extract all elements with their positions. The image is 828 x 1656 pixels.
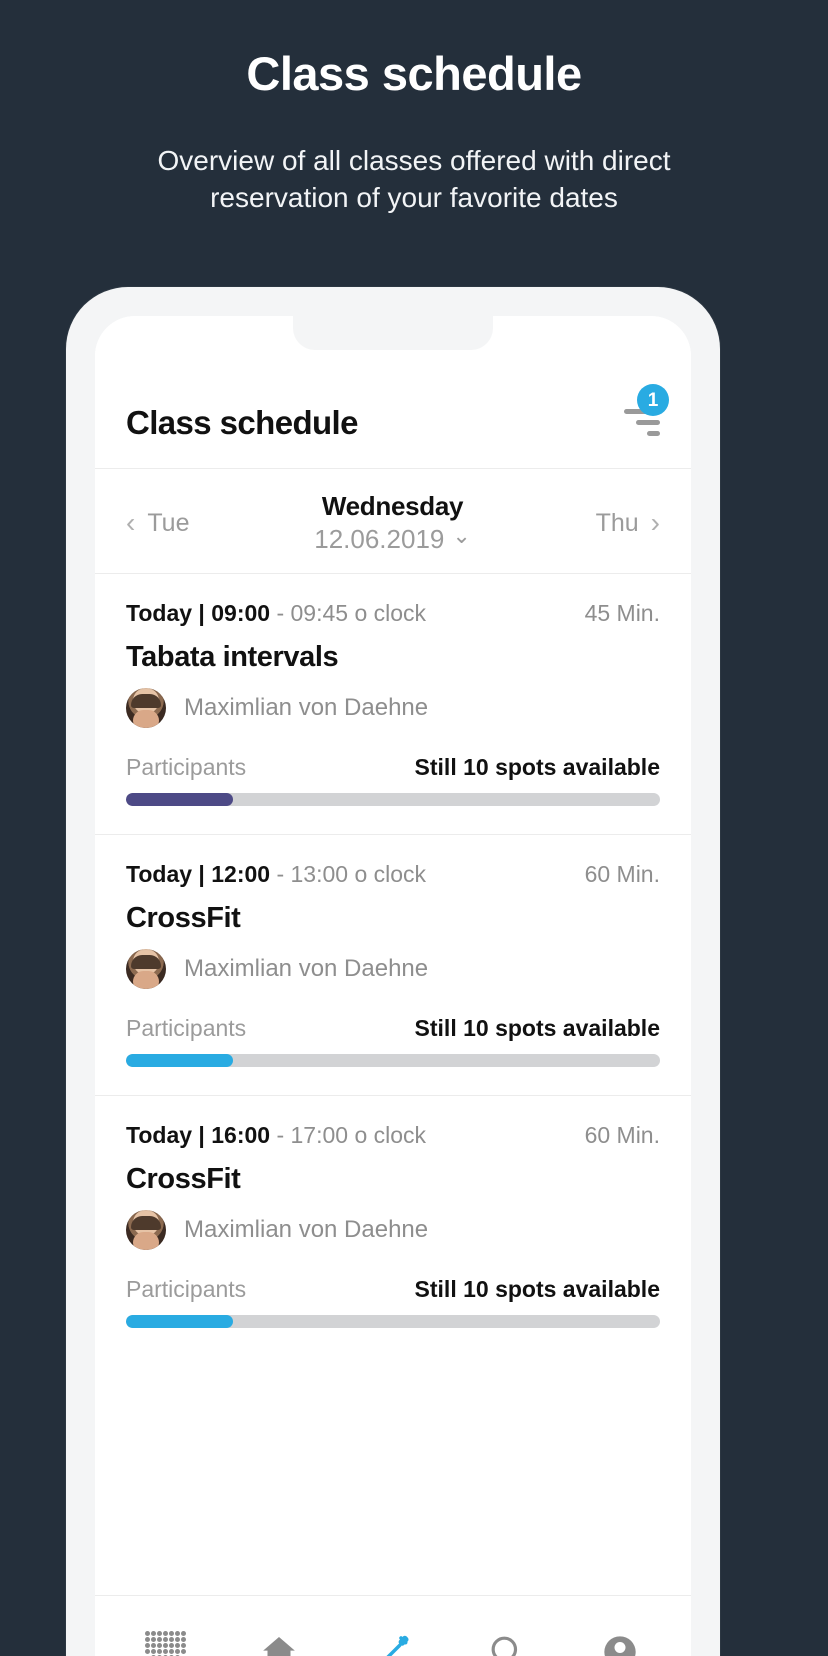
class-day-label: Today <box>126 861 193 887</box>
class-card[interactable]: Today | 12:00 - 13:00 o clock 60 Min. Cr… <box>95 834 691 1095</box>
class-card[interactable]: Today | 09:00 - 09:45 o clock 45 Min. Ta… <box>95 573 691 834</box>
avatar <box>126 949 166 989</box>
filter-badge: 1 <box>637 384 669 416</box>
class-start-time: 09:00 <box>211 600 271 626</box>
class-day-label: Today <box>126 600 193 626</box>
class-end-time: - 09:45 o clock <box>276 600 427 626</box>
participants-progress-fill <box>126 1054 233 1067</box>
class-end-time: - 17:00 o clock <box>276 1122 427 1148</box>
bottom-navigation <box>95 1595 691 1656</box>
trainer-row: Maximlian von Daehne <box>126 1210 660 1250</box>
spots-available-label: Still 10 spots available <box>414 754 660 780</box>
participants-row: Participants Still 10 spots available <box>126 754 660 781</box>
participants-progress <box>126 1315 660 1328</box>
class-card[interactable]: Today | 16:00 - 17:00 o clock 60 Min. Cr… <box>95 1095 691 1356</box>
class-time-separator: | <box>198 600 205 626</box>
participants-row: Participants Still 10 spots available <box>126 1276 660 1303</box>
class-end-time: - 13:00 o clock <box>276 861 427 887</box>
nav-item-classes[interactable] <box>356 1615 430 1656</box>
dumbbell-icon <box>377 1635 409 1656</box>
spots-available-label: Still 10 spots available <box>414 1015 660 1041</box>
class-start-time: 16:00 <box>211 1122 271 1148</box>
class-name: Tabata intervals <box>126 641 339 673</box>
nav-item-home[interactable] <box>242 1615 316 1656</box>
next-day-button[interactable]: Thu › <box>596 509 660 538</box>
trainer-name: Maximlian von Daehne <box>184 1216 429 1243</box>
participants-label: Participants <box>126 754 247 780</box>
promo-title: Class schedule <box>246 47 582 100</box>
class-name: CrossFit <box>126 1163 241 1195</box>
date-picker[interactable]: Wednesday 12.06.2019 ⌄ <box>314 491 471 555</box>
nav-item-profile[interactable] <box>583 1615 657 1656</box>
class-time-row: Today | 16:00 - 17:00 o clock 60 Min. <box>126 1122 660 1149</box>
nav-item-search[interactable] <box>470 1615 544 1656</box>
class-name: CrossFit <box>126 902 241 934</box>
trainer-name: Maximlian von Daehne <box>184 955 429 982</box>
filter-button[interactable]: 1 <box>614 384 669 438</box>
page-title: Class schedule <box>126 404 358 441</box>
class-time-row: Today | 09:00 - 09:45 o clock 45 Min. <box>126 600 660 627</box>
promo-header: Class schedule Overview of all classes o… <box>0 0 828 217</box>
class-time: Today | 09:00 - 09:45 o clock <box>126 600 426 627</box>
page-root: Class schedule Overview of all classes o… <box>0 0 828 1656</box>
chevron-left-icon: ‹ <box>126 507 136 538</box>
home-icon <box>263 1636 296 1656</box>
chevron-down-icon[interactable]: ⌄ <box>452 524 470 547</box>
trainer-row: Maximlian von Daehne <box>126 688 660 728</box>
class-start-time: 12:00 <box>211 861 271 887</box>
participants-label: Participants <box>126 1015 247 1041</box>
prev-day-label: Tue <box>147 508 190 537</box>
class-time: Today | 12:00 - 13:00 o clock <box>126 861 426 888</box>
next-day-label: Thu <box>595 508 639 537</box>
promo-subtitle: Overview of all classes offered with dir… <box>157 144 671 214</box>
participants-progress-fill <box>126 1315 233 1328</box>
class-duration: 45 Min. <box>584 600 660 626</box>
participants-progress-fill <box>126 793 233 806</box>
class-duration: 60 Min. <box>584 861 660 887</box>
nav-item-dashboard[interactable] <box>129 1615 203 1656</box>
search-icon <box>491 1636 517 1656</box>
phone-screen: Class schedule 1 ‹ Tue Wednesday 12.06.2… <box>95 316 691 1656</box>
chevron-right-icon: › <box>650 507 660 538</box>
class-day-label: Today <box>126 1122 193 1148</box>
phone-notch <box>293 316 493 350</box>
date-navigation: ‹ Tue Wednesday 12.06.2019 ⌄ Thu › <box>95 469 691 573</box>
participants-label: Participants <box>126 1276 247 1302</box>
class-time-row: Today | 12:00 - 13:00 o clock 60 Min. <box>126 861 660 888</box>
spots-available-label: Still 10 spots available <box>414 1276 660 1302</box>
class-duration: 60 Min. <box>584 1122 660 1148</box>
participants-progress <box>126 1054 660 1067</box>
class-time-separator: | <box>198 1122 205 1148</box>
date-value: 12.06.2019 <box>314 524 445 554</box>
dot-grid-icon <box>144 1630 187 1656</box>
date-day-label: Wednesday <box>321 491 464 521</box>
class-list: Today | 09:00 - 09:45 o clock 45 Min. Ta… <box>95 573 691 1356</box>
class-time: Today | 16:00 - 17:00 o clock <box>126 1122 426 1149</box>
trainer-row: Maximlian von Daehne <box>126 949 660 989</box>
avatar <box>126 1210 166 1250</box>
date-value-row: 12.06.2019 ⌄ <box>314 522 471 555</box>
participants-progress <box>126 793 660 806</box>
phone-frame: Class schedule 1 ‹ Tue Wednesday 12.06.2… <box>66 287 720 1656</box>
prev-day-button[interactable]: ‹ Tue <box>126 509 189 538</box>
trainer-name: Maximlian von Daehne <box>184 694 429 721</box>
participants-row: Participants Still 10 spots available <box>126 1015 660 1042</box>
profile-icon <box>604 1635 636 1656</box>
avatar <box>126 688 166 728</box>
class-time-separator: | <box>198 861 205 887</box>
